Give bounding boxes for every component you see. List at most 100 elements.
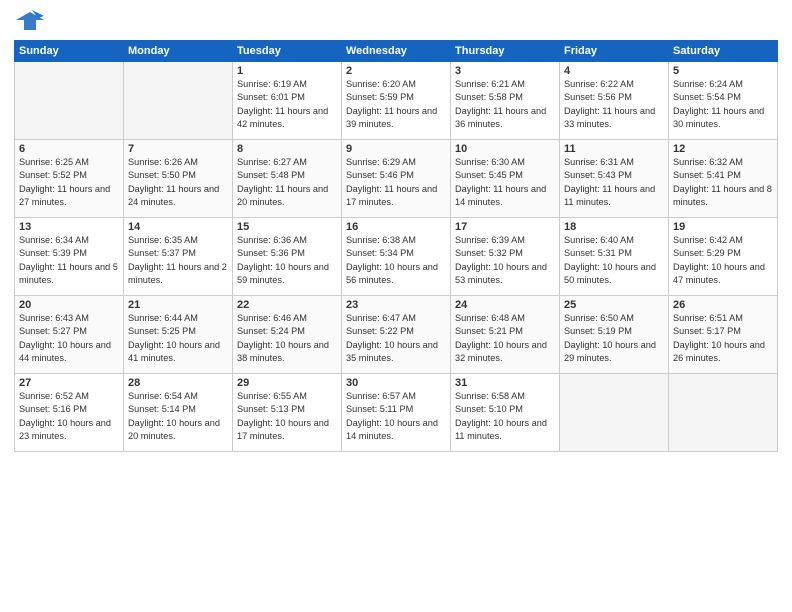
day-info-line: Daylight: 11 hours and 8 minutes. [673,183,773,210]
day-info: Sunrise: 6:21 AMSunset: 5:58 PMDaylight:… [455,78,555,131]
day-info-line: Sunset: 5:58 PM [455,91,555,104]
day-info-line: Daylight: 11 hours and 36 minutes. [455,105,555,132]
day-info: Sunrise: 6:50 AMSunset: 5:19 PMDaylight:… [564,312,664,365]
day-info-line: Daylight: 11 hours and 20 minutes. [237,183,337,210]
day-info-line: Sunset: 5:13 PM [237,403,337,416]
day-number: 14 [128,221,228,233]
day-info-line: Sunset: 5:56 PM [564,91,664,104]
day-info-line: Sunset: 5:14 PM [128,403,228,416]
day-info: Sunrise: 6:35 AMSunset: 5:37 PMDaylight:… [128,234,228,287]
calendar-cell: 8Sunrise: 6:27 AMSunset: 5:48 PMDaylight… [233,140,342,218]
calendar-cell: 15Sunrise: 6:36 AMSunset: 5:36 PMDayligh… [233,218,342,296]
day-info-line: Daylight: 11 hours and 30 minutes. [673,105,773,132]
day-info-line: Sunrise: 6:21 AM [455,78,555,91]
day-info-line: Daylight: 10 hours and 56 minutes. [346,261,446,288]
day-info-line: Daylight: 11 hours and 27 minutes. [19,183,119,210]
calendar-cell: 17Sunrise: 6:39 AMSunset: 5:32 PMDayligh… [451,218,560,296]
day-number: 26 [673,299,773,311]
day-info-line: Sunset: 5:19 PM [564,325,664,338]
day-info-line: Sunrise: 6:52 AM [19,390,119,403]
day-info-line: Daylight: 11 hours and 33 minutes. [564,105,664,132]
day-number: 18 [564,221,664,233]
day-info-line: Sunset: 6:01 PM [237,91,337,104]
day-info: Sunrise: 6:31 AMSunset: 5:43 PMDaylight:… [564,156,664,209]
calendar-cell: 20Sunrise: 6:43 AMSunset: 5:27 PMDayligh… [15,296,124,374]
calendar-cell [124,62,233,140]
day-number: 9 [346,143,446,155]
calendar-cell: 11Sunrise: 6:31 AMSunset: 5:43 PMDayligh… [560,140,669,218]
day-info: Sunrise: 6:22 AMSunset: 5:56 PMDaylight:… [564,78,664,131]
page-container: SundayMondayTuesdayWednesdayThursdayFrid… [0,0,792,458]
day-info-line: Daylight: 10 hours and 20 minutes. [128,417,228,444]
day-info-line: Daylight: 11 hours and 24 minutes. [128,183,228,210]
day-info-line: Daylight: 11 hours and 14 minutes. [455,183,555,210]
calendar-cell: 4Sunrise: 6:22 AMSunset: 5:56 PMDaylight… [560,62,669,140]
calendar-cell: 5Sunrise: 6:24 AMSunset: 5:54 PMDaylight… [669,62,778,140]
day-info: Sunrise: 6:58 AMSunset: 5:10 PMDaylight:… [455,390,555,443]
calendar-cell: 1Sunrise: 6:19 AMSunset: 6:01 PMDaylight… [233,62,342,140]
day-info-line: Sunrise: 6:30 AM [455,156,555,169]
day-info-line: Sunset: 5:37 PM [128,247,228,260]
day-number: 17 [455,221,555,233]
day-info: Sunrise: 6:51 AMSunset: 5:17 PMDaylight:… [673,312,773,365]
day-info-line: Sunset: 5:39 PM [19,247,119,260]
day-info-line: Sunrise: 6:50 AM [564,312,664,325]
day-info-line: Sunset: 5:27 PM [19,325,119,338]
calendar-cell [669,374,778,452]
day-info-line: Daylight: 10 hours and 23 minutes. [19,417,119,444]
day-number: 27 [19,377,119,389]
day-number: 29 [237,377,337,389]
day-info-line: Daylight: 10 hours and 44 minutes. [19,339,119,366]
day-info-line: Daylight: 10 hours and 14 minutes. [346,417,446,444]
day-info: Sunrise: 6:44 AMSunset: 5:25 PMDaylight:… [128,312,228,365]
day-info-line: Sunrise: 6:27 AM [237,156,337,169]
day-info-line: Sunset: 5:31 PM [564,247,664,260]
day-number: 23 [346,299,446,311]
day-info-line: Sunset: 5:36 PM [237,247,337,260]
calendar-cell: 18Sunrise: 6:40 AMSunset: 5:31 PMDayligh… [560,218,669,296]
day-info-line: Sunset: 5:46 PM [346,169,446,182]
day-info-line: Sunset: 5:21 PM [455,325,555,338]
calendar-cell: 24Sunrise: 6:48 AMSunset: 5:21 PMDayligh… [451,296,560,374]
day-number: 20 [19,299,119,311]
day-number: 16 [346,221,446,233]
day-info-line: Sunset: 5:59 PM [346,91,446,104]
day-info: Sunrise: 6:32 AMSunset: 5:41 PMDaylight:… [673,156,773,209]
day-info-line: Sunrise: 6:35 AM [128,234,228,247]
day-info-line: Sunrise: 6:22 AM [564,78,664,91]
day-info: Sunrise: 6:47 AMSunset: 5:22 PMDaylight:… [346,312,446,365]
day-info-line: Sunset: 5:32 PM [455,247,555,260]
day-info: Sunrise: 6:54 AMSunset: 5:14 PMDaylight:… [128,390,228,443]
day-number: 15 [237,221,337,233]
calendar-cell: 31Sunrise: 6:58 AMSunset: 5:10 PMDayligh… [451,374,560,452]
day-number: 8 [237,143,337,155]
weekday-header-row: SundayMondayTuesdayWednesdayThursdayFrid… [15,41,778,62]
day-number: 5 [673,65,773,77]
day-number: 12 [673,143,773,155]
day-number: 19 [673,221,773,233]
day-info-line: Daylight: 10 hours and 41 minutes. [128,339,228,366]
day-info-line: Sunrise: 6:44 AM [128,312,228,325]
calendar-cell: 16Sunrise: 6:38 AMSunset: 5:34 PMDayligh… [342,218,451,296]
day-number: 3 [455,65,555,77]
day-info: Sunrise: 6:52 AMSunset: 5:16 PMDaylight:… [19,390,119,443]
day-info-line: Sunrise: 6:26 AM [128,156,228,169]
weekday-header-thursday: Thursday [451,41,560,62]
day-info-line: Sunrise: 6:39 AM [455,234,555,247]
calendar-cell: 13Sunrise: 6:34 AMSunset: 5:39 PMDayligh… [15,218,124,296]
week-row-5: 27Sunrise: 6:52 AMSunset: 5:16 PMDayligh… [15,374,778,452]
day-info-line: Daylight: 10 hours and 11 minutes. [455,417,555,444]
calendar-cell: 29Sunrise: 6:55 AMSunset: 5:13 PMDayligh… [233,374,342,452]
day-number: 13 [19,221,119,233]
day-number: 4 [564,65,664,77]
day-info-line: Daylight: 10 hours and 32 minutes. [455,339,555,366]
day-number: 24 [455,299,555,311]
calendar-cell: 3Sunrise: 6:21 AMSunset: 5:58 PMDaylight… [451,62,560,140]
day-info-line: Sunrise: 6:57 AM [346,390,446,403]
day-info-line: Sunset: 5:16 PM [19,403,119,416]
day-info-line: Daylight: 11 hours and 5 minutes. [19,261,119,288]
week-row-3: 13Sunrise: 6:34 AMSunset: 5:39 PMDayligh… [15,218,778,296]
calendar-cell: 27Sunrise: 6:52 AMSunset: 5:16 PMDayligh… [15,374,124,452]
day-info: Sunrise: 6:40 AMSunset: 5:31 PMDaylight:… [564,234,664,287]
day-info-line: Sunset: 5:54 PM [673,91,773,104]
